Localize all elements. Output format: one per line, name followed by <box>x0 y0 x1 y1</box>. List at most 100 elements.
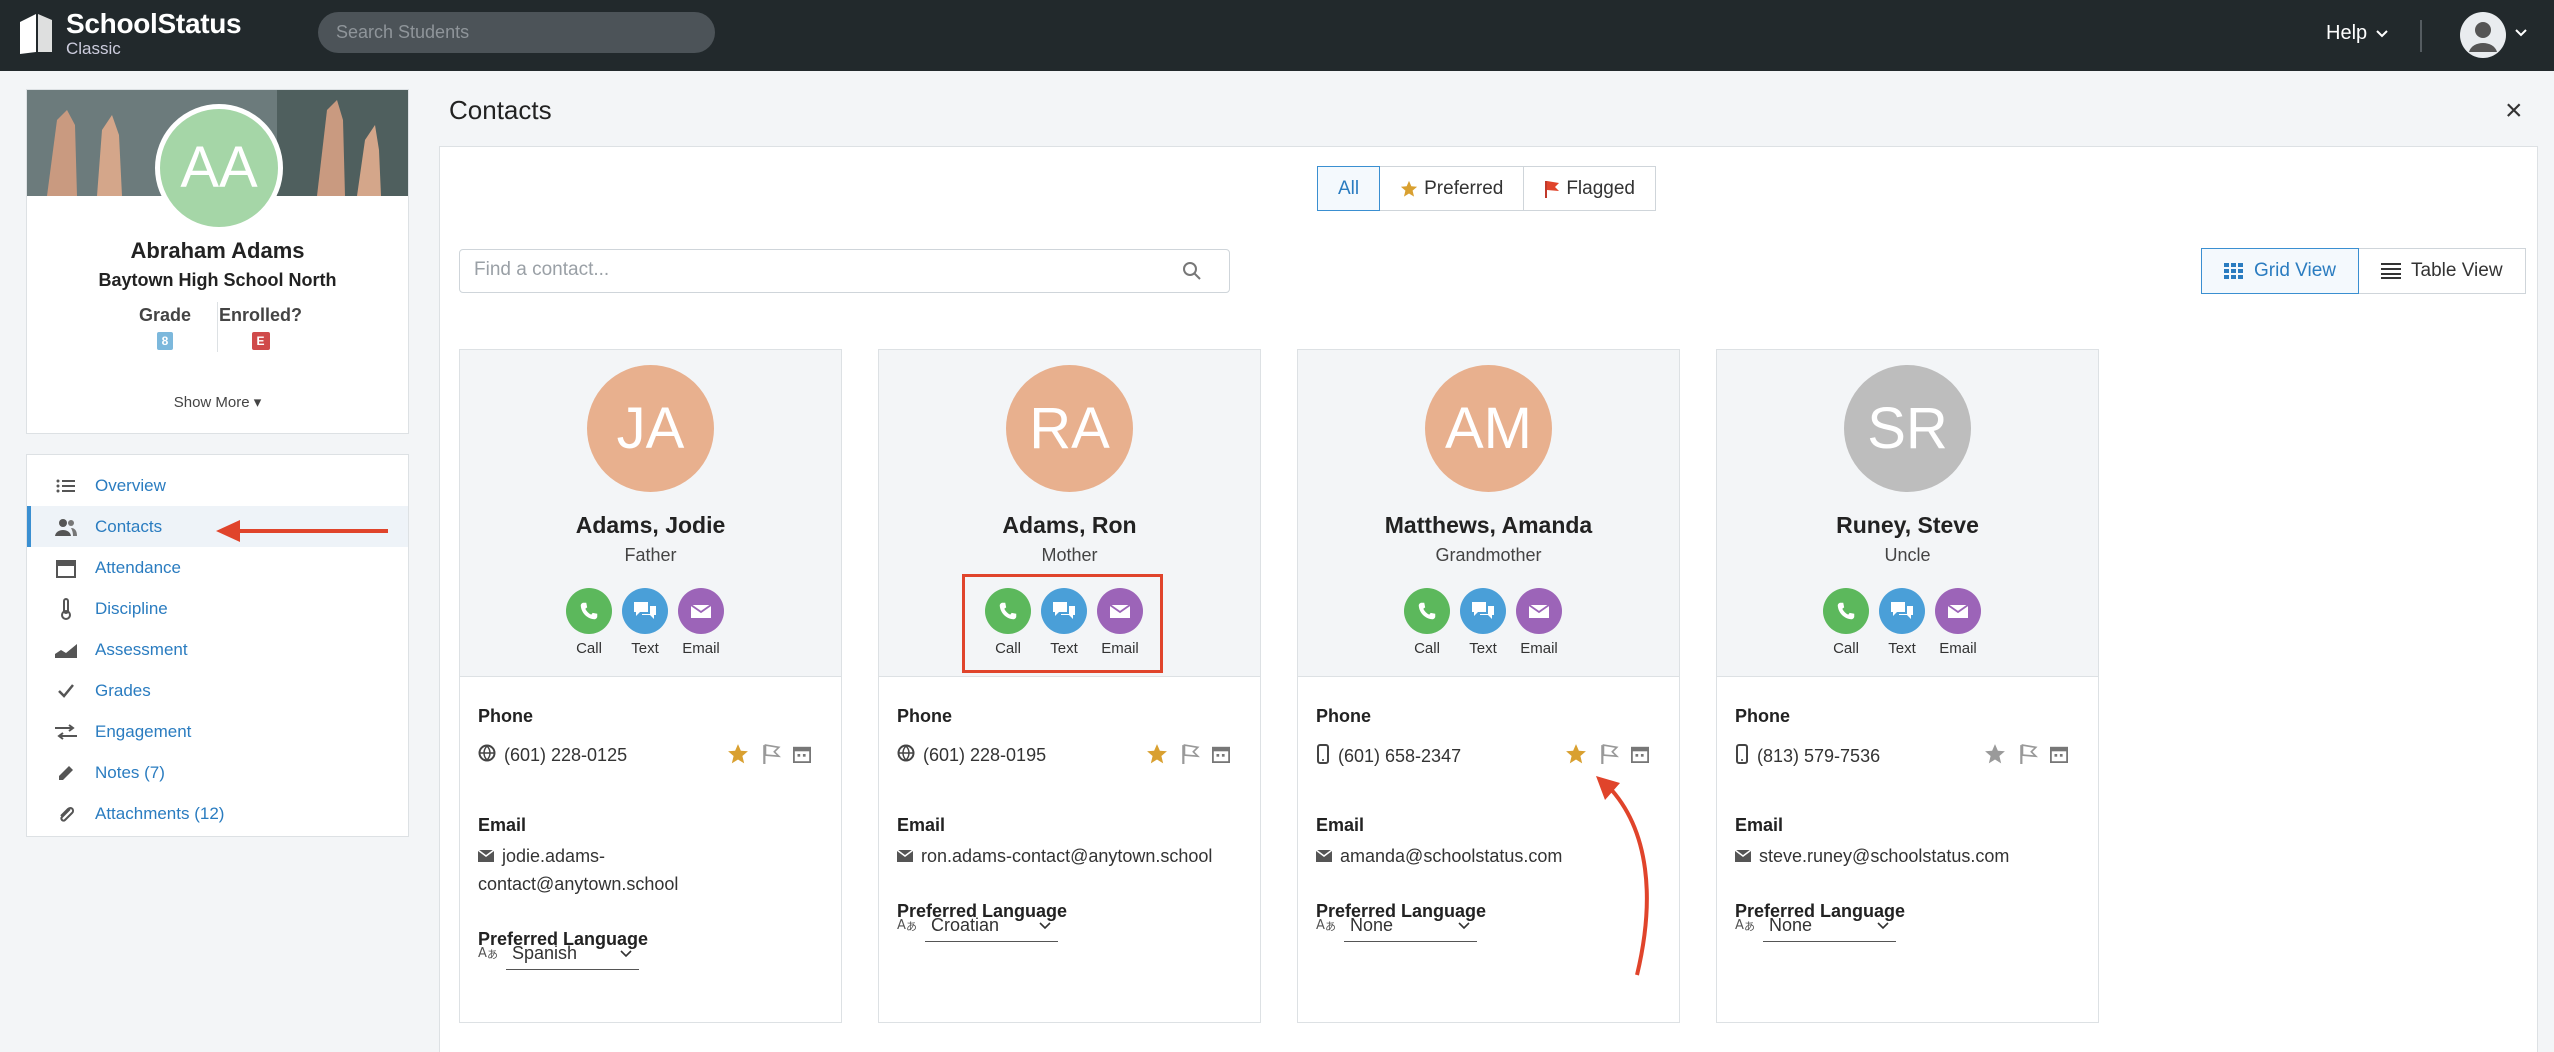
grid-icon <box>2224 263 2243 279</box>
thermometer-icon <box>55 597 77 620</box>
chart-icon <box>55 639 77 661</box>
star-icon[interactable] <box>1984 743 2006 770</box>
contact-card-header: SR Runey, Steve Uncle Call Text Email <box>1717 350 2098 677</box>
svg-text:あ: あ <box>487 948 498 960</box>
contact-search-input[interactable] <box>474 250 1174 290</box>
calendar-icon[interactable] <box>1631 745 1649 768</box>
phone-section-label: Phone <box>1735 706 1791 726</box>
contact-relation: Uncle <box>1884 545 1931 565</box>
chevron-down-icon <box>1038 915 1052 936</box>
contact-email-line[interactable]: jodie.adams- <box>477 846 605 867</box>
language-select[interactable]: Aあ None <box>1316 910 1477 942</box>
filter-all-button[interactable]: All <box>1317 166 1381 211</box>
star-icon[interactable] <box>1146 743 1168 770</box>
search-icon[interactable] <box>1182 261 1202 281</box>
student-search-input[interactable] <box>318 12 715 53</box>
nav-item-engagement[interactable]: Engagement <box>27 711 408 752</box>
action-label: Call <box>576 640 602 657</box>
contact-email-line[interactable]: amanda@schoolstatus.com <box>1315 846 1562 867</box>
contact-phone[interactable]: (813) 579-7536 <box>1735 744 1880 769</box>
grade-stat: Grade 8 <box>139 305 191 350</box>
nav-label: Notes (7) <box>95 762 165 782</box>
nav-item-grades[interactable]: Grades <box>27 670 408 711</box>
phone-icon <box>566 588 612 634</box>
chat-icon <box>1879 588 1925 634</box>
contact-avatar: JA <box>587 365 714 492</box>
contact-email-line[interactable]: steve.runey@schoolstatus.com <box>1734 846 2009 867</box>
text-button[interactable]: Text <box>1458 588 1508 657</box>
contact-phone[interactable]: (601) 658-2347 <box>1316 744 1461 769</box>
text-button[interactable]: Text <box>620 588 670 657</box>
calendar-icon[interactable] <box>1212 745 1230 768</box>
email-button[interactable]: Email <box>676 588 726 657</box>
svg-text:A: A <box>478 946 487 960</box>
star-icon[interactable] <box>727 743 749 770</box>
email-button[interactable]: Email <box>1933 588 1983 657</box>
contact-email-line[interactable]: ron.adams-contact@anytown.school <box>896 846 1212 867</box>
table-view-button[interactable]: Table View <box>2358 248 2526 294</box>
flag-icon[interactable] <box>2018 744 2038 769</box>
enrolled-badge: E <box>251 332 270 350</box>
action-label: Text <box>1469 640 1497 657</box>
action-label: Email <box>682 640 720 657</box>
text-button[interactable]: Text <box>1877 588 1927 657</box>
flag-icon[interactable] <box>761 744 781 769</box>
close-icon[interactable]: × <box>2505 94 2523 128</box>
mobile-phone-icon <box>1316 744 1330 769</box>
flag-icon <box>1545 180 1560 198</box>
nav-label: Attendance <box>95 557 182 577</box>
student-avatar: AA <box>155 104 283 232</box>
help-menu[interactable]: Help <box>2326 22 2389 45</box>
call-button[interactable]: Call <box>1821 588 1871 657</box>
contact-card: RA Adams, Ron Mother Call Text Email Pho… <box>878 349 1261 1023</box>
phone-section-label: Phone <box>478 706 534 726</box>
show-more-link[interactable]: Show More ▾ <box>27 393 408 411</box>
phone-section-label: Phone <box>1316 706 1372 726</box>
contact-search-field <box>459 249 1230 293</box>
language-select[interactable]: Aあ Croatian <box>897 910 1058 942</box>
contact-phone[interactable]: (601) 228-0125 <box>478 744 627 767</box>
calendar-icon <box>55 557 77 579</box>
contact-phone[interactable]: (601) 228-0195 <box>897 744 1046 767</box>
check-icon <box>55 680 77 702</box>
nav-item-discipline[interactable]: Discipline <box>27 588 408 629</box>
call-button[interactable]: Call <box>1402 588 1452 657</box>
user-avatar-icon[interactable] <box>2460 12 2506 58</box>
app-logo[interactable]: SchoolStatus Classic <box>16 10 242 57</box>
chevron-down-icon[interactable] <box>2514 28 2528 38</box>
nav-label: Grades <box>95 680 151 700</box>
flag-icon[interactable] <box>1599 744 1619 769</box>
filter-flagged-button[interactable]: Flagged <box>1523 166 1656 211</box>
student-card: AA Abraham Adams Baytown High School Nor… <box>26 89 409 434</box>
filter-preferred-button[interactable]: Preferred <box>1379 166 1525 211</box>
calendar-icon[interactable] <box>793 745 811 768</box>
landline-globe-icon <box>478 744 496 767</box>
student-school: Baytown High School North <box>98 270 337 290</box>
star-icon[interactable] <box>1565 743 1587 770</box>
language-select[interactable]: Aあ None <box>1735 910 1896 942</box>
filter-label: Flagged <box>1566 177 1635 199</box>
action-label: Email <box>1939 640 1977 657</box>
contact-actions: Call Text Email <box>1821 588 1995 658</box>
contact-filter-group: All Preferred Flagged <box>1317 166 1656 211</box>
flag-icon[interactable] <box>1180 744 1200 769</box>
call-button[interactable]: Call <box>564 588 614 657</box>
nav-label: Contacts <box>95 516 163 536</box>
grid-view-button[interactable]: Grid View <box>2201 248 2360 294</box>
nav-item-notes[interactable]: Notes (7) <box>27 752 408 793</box>
calendar-icon[interactable] <box>2050 745 2068 768</box>
contact-card-header: AM Matthews, Amanda Grandmother Call Tex… <box>1298 350 1679 677</box>
language-select[interactable]: Aあ Spanish <box>478 938 639 970</box>
nav-item-attendance[interactable]: Attendance <box>27 547 408 588</box>
action-label: Email <box>1520 640 1558 657</box>
nav-item-overview[interactable]: Overview <box>27 465 408 506</box>
nav-item-attachments[interactable]: Attachments (12) <box>27 793 408 834</box>
nav-item-assessment[interactable]: Assessment <box>27 629 408 670</box>
page-title: Contacts <box>449 95 552 125</box>
contact-email-line[interactable]: contact@anytown.school <box>478 874 678 895</box>
email-icon <box>1734 846 1752 867</box>
email-button[interactable]: Email <box>1514 588 1564 657</box>
language-value: Croatian <box>931 915 1000 935</box>
enrolled-label: Enrolled? <box>219 305 303 325</box>
nav-item-contacts[interactable]: Contacts <box>27 506 408 547</box>
